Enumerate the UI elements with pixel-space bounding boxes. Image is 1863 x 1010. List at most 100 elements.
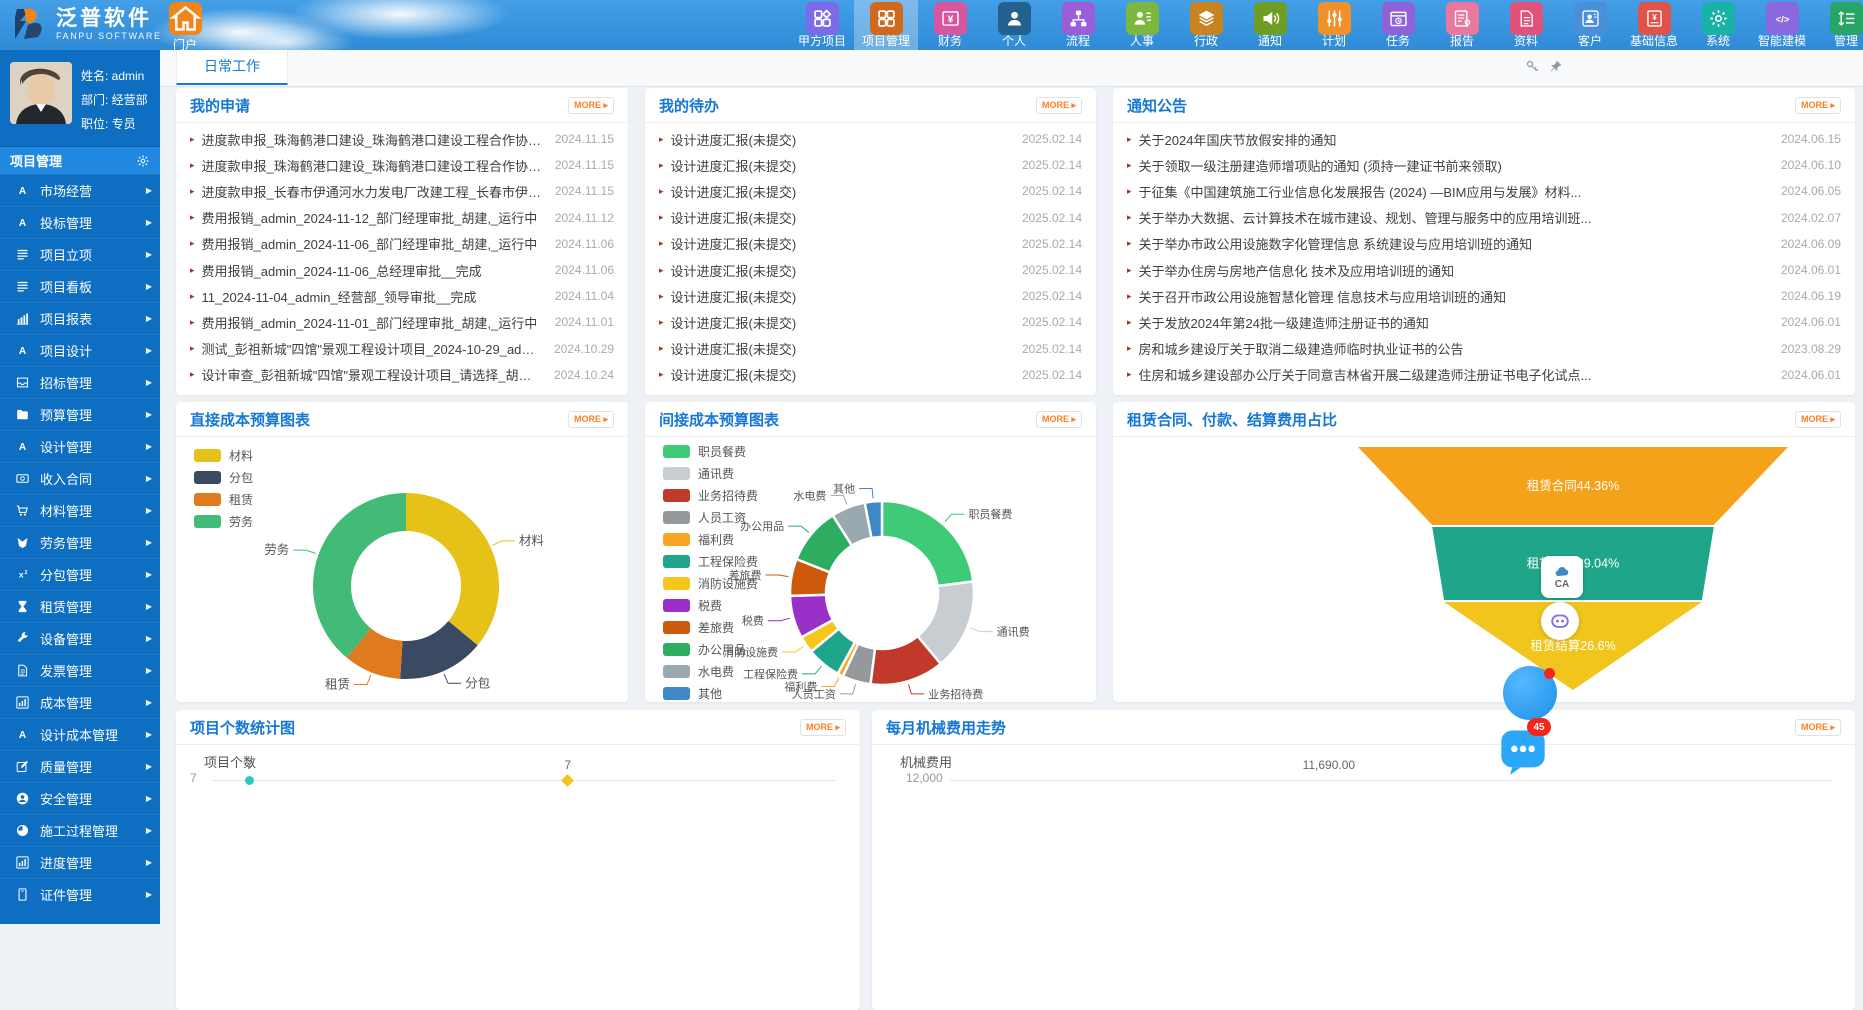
nav-item-portal[interactable]: 门户 <box>163 2 207 50</box>
list-item-link[interactable]: 费用报销_admin_2024-11-12_部门经理审批_胡建,_运行中 <box>202 208 538 227</box>
list-item-link[interactable]: 关于发放2024年第24批一级建造师注册证书的通知 <box>1139 313 1429 332</box>
sidebar-item-5-design-a[interactable]: A项目设计▶ <box>0 334 160 366</box>
sidebar-item-1-design-a[interactable]: A投标管理▶ <box>0 206 160 238</box>
list-item-link[interactable]: 关于召开市政公用设施智慧化管理 信息技术与应用培训班的通知 <box>1139 287 1507 306</box>
nav-item-customer-card[interactable]: 客户 <box>1558 0 1622 50</box>
list-item-link[interactable]: 进度款申报_珠海鹤港口建设_珠海鹤港口建设工程合作协议书_admin_... <box>202 156 543 175</box>
sidebar-item-15-doc[interactable]: 发票管理▶ <box>0 654 160 686</box>
pin-icon[interactable] <box>1548 59 1563 74</box>
key-icon[interactable] <box>1525 59 1540 74</box>
cloud-ca-widget[interactable]: CA <box>1541 556 1583 598</box>
nav-item-doc[interactable]: 资料 <box>1494 0 1558 50</box>
nav-item-info-doc[interactable]: ¥基础信息 <box>1622 0 1686 50</box>
list-item-link[interactable]: 于征集《中国建筑施工行业信息化发展报告 (2024) —BIM应用与发展》材料.… <box>1139 182 1582 201</box>
sidebar-item-0-design-a[interactable]: A市场经营▶ <box>0 174 160 206</box>
pie-slice-材料[interactable] <box>406 493 499 645</box>
legend-item[interactable]: 通讯费 <box>663 462 758 484</box>
legend-item[interactable]: 差旅费 <box>663 616 758 638</box>
more-button[interactable]: MORE ▸ <box>1795 719 1841 736</box>
sidebar-item-14-wrench[interactable]: 设备管理▶ <box>0 622 160 654</box>
list-item-link[interactable]: 设计进度汇报(未提交) <box>671 365 797 384</box>
assistant-robot-button[interactable] <box>1541 602 1579 640</box>
sidebar-item-20-process[interactable]: 施工过程管理▶ <box>0 814 160 846</box>
list-item-link[interactable]: 关于举办市政公用设施数字化管理信息 系统建设与应用培训班的通知 <box>1139 234 1533 253</box>
list-item-link[interactable]: 关于2024年国庆节放假安排的通知 <box>1139 130 1337 149</box>
nav-item-sliders[interactable]: 计划 <box>1302 0 1366 50</box>
legend-item[interactable]: 工程保险费 <box>663 550 758 572</box>
legend-item[interactable]: 其他 <box>663 682 758 704</box>
nav-item-layers[interactable]: 行政 <box>1174 0 1238 50</box>
legend-item[interactable]: 福利费 <box>663 528 758 550</box>
data-point-marker[interactable] <box>561 774 574 787</box>
nav-item-gear[interactable]: 系统 <box>1686 0 1750 50</box>
sidebar-item-11-labor[interactable]: 劳务管理▶ <box>0 526 160 558</box>
list-item-link[interactable]: 11_2024-11-04_admin_经营部_领导审批__完成 <box>202 287 477 306</box>
tab-daily-work[interactable]: 日常工作 <box>176 50 288 85</box>
list-item-link[interactable]: 关于领取一级注册建造师增项贴的通知 (须持一建证书前来领取) <box>1139 156 1502 175</box>
legend-item[interactable]: 租赁 <box>194 488 253 510</box>
more-button[interactable]: MORE ▸ <box>1795 411 1841 428</box>
sidebar-item-18-edit[interactable]: 质量管理▶ <box>0 750 160 782</box>
list-item-link[interactable]: 费用报销_admin_2024-11-06_总经理审批__完成 <box>202 261 482 280</box>
nav-item-person-list[interactable]: 人事 <box>1110 0 1174 50</box>
sidebar-item-10-cart[interactable]: 材料管理▶ <box>0 494 160 526</box>
sidebar-item-7-folder[interactable]: 预算管理▶ <box>0 398 160 430</box>
more-button[interactable]: MORE ▸ <box>800 719 846 736</box>
list-item-link[interactable]: 进度款申报_长春市伊通河水力发电厂改建工程_长春市伊通河水力发电... <box>202 182 543 201</box>
list-item-link[interactable]: 设计审查_彭祖新城"四馆"景观工程设计项目_请选择_胡广生_2024-10-2.… <box>202 365 542 384</box>
legend-item[interactable]: 职员餐费 <box>663 440 758 462</box>
sidebar-item-13-hourglass[interactable]: 租赁管理▶ <box>0 590 160 622</box>
legend-item[interactable]: 人员工资 <box>663 506 758 528</box>
nav-item-report-doc[interactable]: 报告 <box>1430 0 1494 50</box>
list-item-link[interactable]: 设计进度汇报(未提交) <box>671 261 797 280</box>
list-item-link[interactable]: 住房和城乡建设部办公厅关于同意吉林省开展二级建造师注册证书电子化试点... <box>1139 365 1592 384</box>
list-item-link[interactable]: 设计进度汇报(未提交) <box>671 339 797 358</box>
list-item-link[interactable]: 设计进度汇报(未提交) <box>671 234 797 253</box>
pie-slice-劳务[interactable] <box>313 493 406 658</box>
legend-item[interactable]: 水电费 <box>663 660 758 682</box>
nav-item-speaker[interactable]: 通知 <box>1238 0 1302 50</box>
sidebar-item-19-safety[interactable]: 安全管理▶ <box>0 782 160 814</box>
sidebar-item-22-id-card[interactable]: 证件管理▶ <box>0 878 160 910</box>
list-item-link[interactable]: 进度款申报_珠海鹤港口建设_珠海鹤港口建设工程合作协议书_admin_... <box>202 130 543 149</box>
gear-icon[interactable] <box>136 154 150 168</box>
nav-item-code[interactable]: </>智能建模 <box>1750 0 1814 50</box>
sidebar-item-12-x2[interactable]: x2分包管理▶ <box>0 558 160 590</box>
nav-item-yen-note[interactable]: ¥财务 <box>918 0 982 50</box>
legend-item[interactable]: 消防设施费 <box>663 572 758 594</box>
sidebar-item-6-inbox[interactable]: 招标管理▶ <box>0 366 160 398</box>
legend-item[interactable]: 税费 <box>663 594 758 616</box>
more-button[interactable]: MORE ▸ <box>568 97 614 114</box>
sidebar-item-3-list[interactable]: 项目看板▶ <box>0 270 160 302</box>
more-button[interactable]: MORE ▸ <box>1036 97 1082 114</box>
chat-button[interactable]: 45 <box>1497 724 1549 776</box>
list-item-link[interactable]: 设计进度汇报(未提交) <box>671 313 797 332</box>
more-button[interactable]: MORE ▸ <box>1036 411 1082 428</box>
legend-item[interactable]: 材料 <box>194 444 253 466</box>
more-button[interactable]: MORE ▸ <box>1795 97 1841 114</box>
sidebar-item-9-money[interactable]: 收入合同▶ <box>0 462 160 494</box>
nav-item-grid-diamond[interactable]: 甲方项目 <box>790 0 854 50</box>
list-item-link[interactable]: 费用报销_admin_2024-11-01_部门经理审批_胡建,_运行中 <box>202 313 538 332</box>
list-item-link[interactable]: 设计进度汇报(未提交) <box>671 156 797 175</box>
list-item-link[interactable]: 设计进度汇报(未提交) <box>671 287 797 306</box>
legend-item[interactable]: 业务招待费 <box>663 484 758 506</box>
legend-item[interactable]: 办公用品 <box>663 638 758 660</box>
sidebar-item-17-design-a[interactable]: A设计成本管理▶ <box>0 718 160 750</box>
list-item-link[interactable]: 设计进度汇报(未提交) <box>671 182 797 201</box>
nav-item-person[interactable]: 个人 <box>982 0 1046 50</box>
sidebar-section-project-management[interactable]: 项目管理 <box>0 147 160 174</box>
list-item-link[interactable]: 设计进度汇报(未提交) <box>671 208 797 227</box>
list-item-link[interactable]: 关于举办大数据、云计算技术在城市建设、规划、管理与服务中的应用培训班... <box>1139 208 1592 227</box>
list-item-link[interactable]: 测试_彭祖新城"四馆"景观工程设计项目_2024-10-29_admin_结束_… <box>202 339 542 358</box>
list-item-link[interactable]: 设计进度汇报(未提交) <box>671 130 797 149</box>
nav-item-orgchart[interactable]: 流程 <box>1046 0 1110 50</box>
legend-item[interactable]: 分包 <box>194 466 253 488</box>
nav-item-manage-list[interactable]: 管理 <box>1814 0 1863 50</box>
nav-item-grid[interactable]: 项目管理 <box>854 0 918 50</box>
nav-item-task-box[interactable]: 任务 <box>1366 0 1430 50</box>
sidebar-item-16-bars-frame[interactable]: 成本管理▶ <box>0 686 160 718</box>
more-button[interactable]: MORE ▸ <box>568 411 614 428</box>
list-item-link[interactable]: 房和城乡建设厅关于取消二级建造师临时执业证书的公告 <box>1139 339 1464 358</box>
sidebar-item-21-bars-frame[interactable]: 进度管理▶ <box>0 846 160 878</box>
